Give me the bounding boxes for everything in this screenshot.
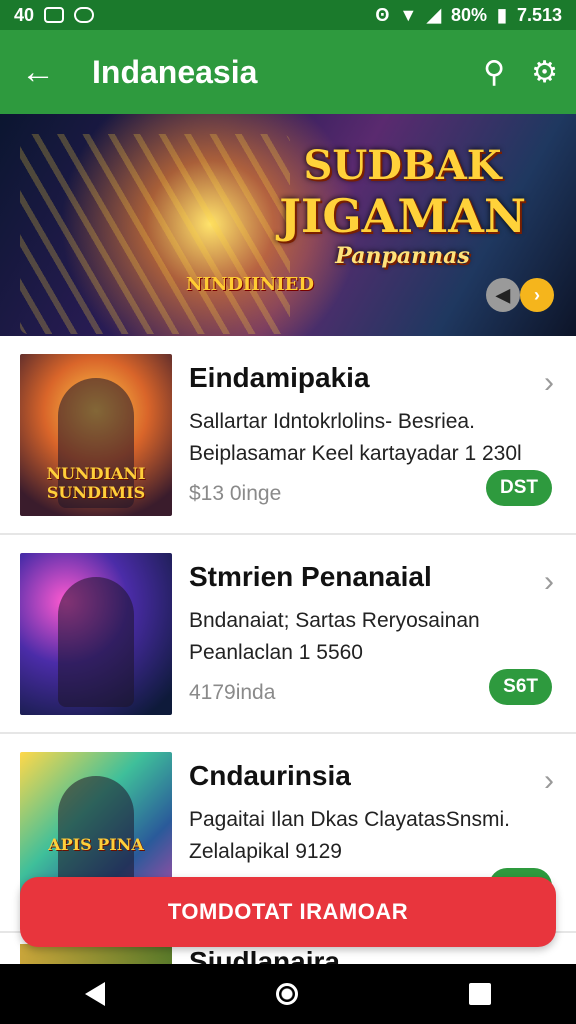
- item-title: Cndaurinsia: [189, 760, 351, 791]
- nav-home-icon[interactable]: [275, 983, 298, 1005]
- item-title: Stmrien Penanaial: [189, 561, 432, 592]
- page-title: Indaneasia: [92, 53, 258, 90]
- item-description-line2: Zelalapikal 9129: [189, 840, 342, 863]
- item-description-line1: Bndanaiat; Sartas Reryosainan: [189, 609, 480, 632]
- list-item[interactable]: NUNDIANI SUNDIMIS Eindamipakia Sallartar…: [0, 336, 576, 535]
- status-time: 7.513: [516, 4, 562, 25]
- status-bar: 40 ʘ ▼ ◢ 80% ▮ 7.513: [0, 0, 576, 30]
- item-description-line2: Peanlaclan 1 5560: [189, 641, 363, 664]
- game-thumbnail: [20, 944, 172, 964]
- item-badge[interactable]: DST: [486, 470, 552, 506]
- back-arrow-icon[interactable]: ←: [18, 53, 58, 92]
- list-item-partial[interactable]: Siudlanaira: [0, 944, 576, 964]
- status-left-text: 40: [14, 4, 35, 25]
- hero-banner[interactable]: NINDIINIED SUDBAK JIGAMAN Panpannas ◀ ›: [0, 114, 576, 336]
- list-item[interactable]: Stmrien Penanaial Bndanaiat; Sartas Rery…: [0, 535, 576, 734]
- thumbnail-caption: APIS PINA: [48, 835, 144, 854]
- thumbnail-caption: NUNDIANI SUNDIMIS: [46, 464, 146, 502]
- banner-title-line3: Panpannas: [335, 243, 470, 269]
- item-price: 4179inda: [189, 681, 276, 704]
- chevron-right-icon[interactable]: ›: [544, 565, 554, 599]
- chevron-right-icon[interactable]: ›: [544, 366, 554, 400]
- banner-next-button[interactable]: ›: [520, 278, 554, 312]
- item-price: $13 0inge: [189, 482, 282, 505]
- banner-poster-text: NINDIINIED: [186, 274, 314, 295]
- system-nav-bar: [0, 964, 576, 1024]
- item-description-line1: Sallartar Idntokrlolins- Besriea.: [189, 410, 475, 433]
- nav-recents-icon[interactable]: [468, 983, 491, 1005]
- settings-icon[interactable]: ⚙: [531, 55, 558, 90]
- banner-title: SUDBAK JIGAMAN Panpannas: [279, 142, 526, 269]
- battery-level: 80%: [451, 4, 488, 25]
- primary-action-button[interactable]: TOMDOTAT IRAMOAR: [20, 877, 556, 947]
- item-description-line1: Pagaitai Ilan Dkas ClayatasSnsmi.: [189, 808, 510, 831]
- vibrate-icon: ʘ: [375, 4, 390, 25]
- item-badge[interactable]: S6T: [489, 669, 552, 705]
- wifi-icon: ▼: [399, 4, 418, 25]
- item-description-line2: Beiplasamar Keel kartayadar 1 230l: [189, 442, 522, 465]
- banner-prev-button[interactable]: ◀: [486, 278, 520, 312]
- item-title: Siudlanaira: [189, 946, 340, 964]
- signal-icon: ◢: [427, 4, 442, 25]
- banner-title-line2: JIGAMAN: [279, 189, 526, 243]
- gallery-notification-icon: [44, 7, 65, 23]
- search-icon[interactable]: ⚲: [483, 55, 505, 90]
- banner-hero-artwork: [20, 134, 290, 334]
- game-list: NUNDIANI SUNDIMIS Eindamipakia Sallartar…: [0, 336, 576, 933]
- banner-title-line1: SUDBAK: [303, 142, 502, 189]
- game-thumbnail: NUNDIANI SUNDIMIS: [20, 354, 172, 516]
- battery-icon: ▮: [497, 4, 507, 25]
- chevron-right-icon[interactable]: ›: [544, 764, 554, 798]
- message-notification-icon: [74, 7, 95, 23]
- game-thumbnail: [20, 553, 172, 715]
- app-bar: ← Indaneasia ⚲ ⚙: [0, 30, 576, 114]
- nav-back-icon[interactable]: [85, 982, 106, 1006]
- item-title: Eindamipakia: [189, 362, 370, 393]
